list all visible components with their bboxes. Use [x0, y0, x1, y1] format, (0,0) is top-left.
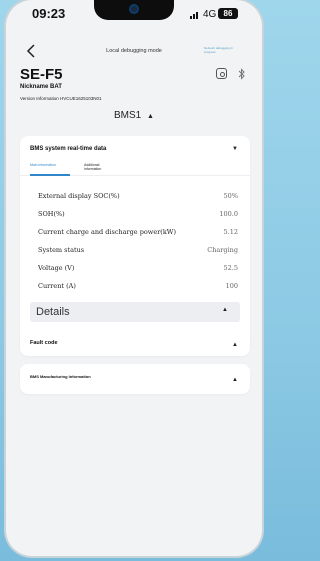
row-value: 100.0 — [219, 210, 238, 218]
signal-icon — [190, 12, 198, 19]
list-item: SOH(%) 100.0 — [20, 206, 250, 224]
list-item: System status Charging — [20, 242, 250, 260]
info-tabs: Main information Additional information — [20, 160, 250, 176]
row-value: 100 — [225, 282, 238, 290]
network-type: 4G — [203, 9, 217, 20]
bluetooth-icon[interactable] — [238, 68, 246, 83]
settings-icon[interactable] — [216, 68, 227, 79]
info-rows: External display SOC(%) 50% SOH(%) 100.0… — [20, 188, 250, 296]
status-time: 09:23 — [32, 6, 66, 21]
row-label: Voltage (V) — [38, 264, 75, 272]
list-item: Current (A) 100 — [20, 278, 250, 296]
list-item: Current charge and discharge power(kW) 5… — [20, 224, 250, 242]
row-label: SOH(%) — [38, 210, 65, 218]
caret-down-icon[interactable]: ▼ — [232, 146, 238, 152]
list-item: External display SOC(%) 50% — [20, 188, 250, 206]
manufacturing-info-card[interactable]: BMS Manufacturing Information ▲ — [20, 364, 250, 394]
row-value: Charging — [207, 246, 238, 254]
row-value: 52.5 — [223, 264, 238, 272]
device-model: SE-F5 — [20, 66, 63, 83]
bms-selector[interactable]: BMS1 ▲ — [6, 110, 262, 121]
caret-up-icon: ▲ — [232, 377, 238, 383]
tab-main-information[interactable]: Main information — [30, 163, 56, 167]
version-info: Version Information HVCUE1625103N01 — [20, 96, 102, 101]
details-toggle[interactable]: Details ▲ — [30, 302, 240, 322]
status-bar: 09:23 4G 86 — [6, 4, 262, 24]
row-label: External display SOC(%) — [38, 192, 120, 200]
fault-code-card[interactable]: Fault code ▲ — [20, 330, 250, 356]
battery-icon: 86 — [218, 8, 238, 19]
fault-code-title: Fault code — [30, 340, 58, 346]
bms-realtime-card: BMS system real-time data ▼ Main informa… — [20, 136, 250, 350]
bms-selector-value: BMS1 — [114, 110, 142, 121]
row-label: Current (A) — [38, 282, 76, 290]
tab-additional-information[interactable]: Additional information — [84, 163, 114, 171]
card-title: BMS system real-time data — [30, 146, 107, 152]
caret-up-icon: ▲ — [147, 113, 154, 120]
row-label: Current charge and discharge power(kW) — [38, 228, 176, 236]
network-debug-link[interactable]: Network debugging in progress — [204, 46, 238, 54]
caret-up-icon: ▲ — [232, 342, 238, 348]
manufacturing-info-title: BMS Manufacturing Information — [30, 374, 91, 379]
row-label: System status — [38, 246, 85, 254]
row-value: 5.12 — [223, 228, 238, 236]
phone-screen: 09:23 4G 86 Local debugging mode Network… — [6, 0, 262, 556]
caret-up-icon: ▲ — [222, 307, 228, 313]
active-tab-indicator — [30, 174, 70, 176]
device-nickname: Nickname BAT — [20, 84, 62, 90]
details-label: Details — [36, 306, 70, 318]
list-item: Voltage (V) 52.5 — [20, 260, 250, 278]
row-value: 50% — [223, 192, 238, 200]
